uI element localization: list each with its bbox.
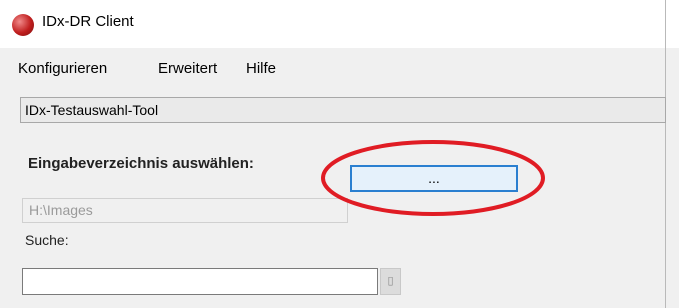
window-frame-edge — [665, 0, 666, 308]
dropdown-icon: ▯ — [387, 275, 394, 287]
browse-directory-button[interactable]: ... — [350, 165, 518, 192]
tool-header-label: IDx-Testauswahl-Tool — [25, 102, 159, 118]
search-label: Suche: — [25, 232, 69, 248]
menu-bar: Konfigurieren Erweitert Hilfe — [0, 48, 665, 90]
input-directory-path: H:\Images — [22, 198, 348, 223]
menu-konfigurieren[interactable]: Konfigurieren — [18, 60, 107, 77]
title-bar: IDx-DR Client — [0, 0, 679, 48]
search-input[interactable] — [22, 268, 378, 295]
search-dropdown-button[interactable]: ▯ — [380, 268, 401, 295]
menu-erweitert[interactable]: Erweitert — [158, 60, 217, 77]
input-directory-label: Eingabeverzeichnis auswählen: — [28, 155, 254, 172]
app-icon — [12, 14, 34, 36]
tool-header: IDx-Testauswahl-Tool — [20, 97, 666, 123]
menu-hilfe[interactable]: Hilfe — [246, 60, 276, 77]
window-title: IDx-DR Client — [42, 13, 134, 30]
